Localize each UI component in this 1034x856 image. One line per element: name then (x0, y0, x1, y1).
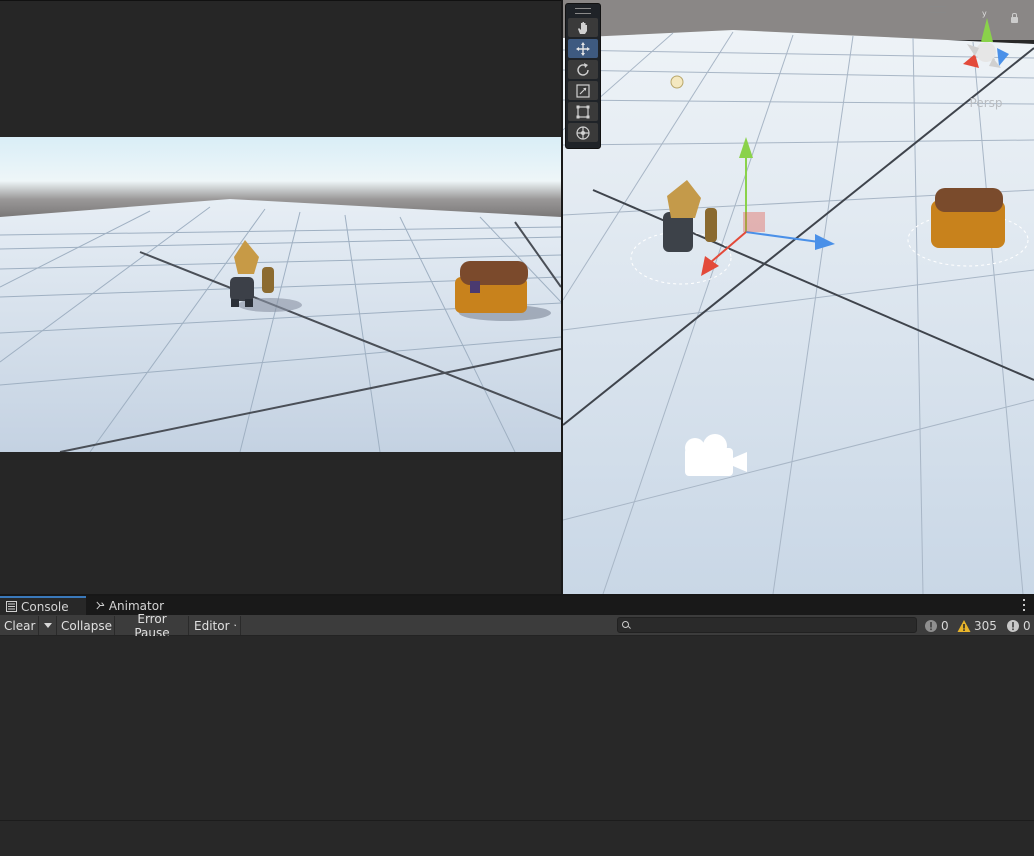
move-tool[interactable] (568, 39, 598, 58)
scale-tool[interactable] (568, 81, 598, 100)
editor-dropdown[interactable]: Editor (190, 616, 240, 635)
move-icon (576, 41, 590, 56)
rotate-tool[interactable] (568, 60, 598, 79)
info-count-toggle[interactable]: 0 (924, 616, 949, 635)
rect-transform-icon (576, 105, 590, 118)
error-pause-button[interactable]: Error Pause (116, 612, 188, 640)
error-icon (1007, 619, 1019, 632)
game-view[interactable] (0, 137, 561, 452)
console-search-input[interactable] (617, 617, 917, 633)
tool-palette-handle[interactable] (566, 4, 600, 18)
rotate-icon (577, 62, 589, 76)
scene-view-menu-icon[interactable] (930, 6, 946, 13)
console-toolbar: Clear Collapse Error Pause Editor 0 305 … (0, 612, 1034, 640)
editor-dropdown-label: Editor (194, 618, 230, 633)
transform-tool[interactable] (568, 123, 598, 142)
hand-tool[interactable] (568, 18, 598, 37)
game-floor (0, 199, 561, 452)
chevron-down-icon (43, 623, 52, 628)
search-icon (622, 621, 629, 628)
animator-icon (96, 601, 105, 610)
transform-icon (576, 125, 590, 140)
info-icon (925, 619, 937, 632)
tab-console[interactable]: Console (0, 596, 86, 615)
warning-count-toggle[interactable]: 305 (957, 616, 997, 635)
console-icon (6, 601, 17, 612)
warning-count: 305 (974, 618, 997, 633)
chevron-down-icon (233, 624, 236, 627)
svg-text:y: y (982, 9, 987, 18)
rect-tool[interactable] (568, 102, 598, 121)
toolbar-separator (114, 616, 115, 635)
tab-console-label: Console (21, 599, 69, 614)
scale-icon (576, 83, 590, 98)
toolbar-separator (188, 616, 189, 635)
tab-animator-label: Animator (108, 598, 164, 613)
clear-button[interactable]: Clear (0, 616, 38, 635)
collapse-button[interactable]: Collapse (57, 616, 114, 635)
error-count: 0 (1023, 618, 1031, 633)
console-log-list[interactable] (0, 636, 1034, 820)
info-count: 0 (941, 618, 949, 633)
hand-icon (578, 21, 587, 34)
scene-directional-light (670, 75, 684, 89)
toolbar-separator (240, 616, 241, 635)
camera-mode-label[interactable]: Persp (953, 96, 1019, 110)
clear-options-dropdown[interactable] (39, 616, 56, 635)
console-detail-area (0, 820, 1034, 856)
tool-palette (565, 3, 601, 149)
error-count-toggle[interactable]: 0 (1006, 616, 1031, 635)
warning-icon (957, 619, 971, 632)
panel-options-icon[interactable] (1023, 599, 1026, 611)
